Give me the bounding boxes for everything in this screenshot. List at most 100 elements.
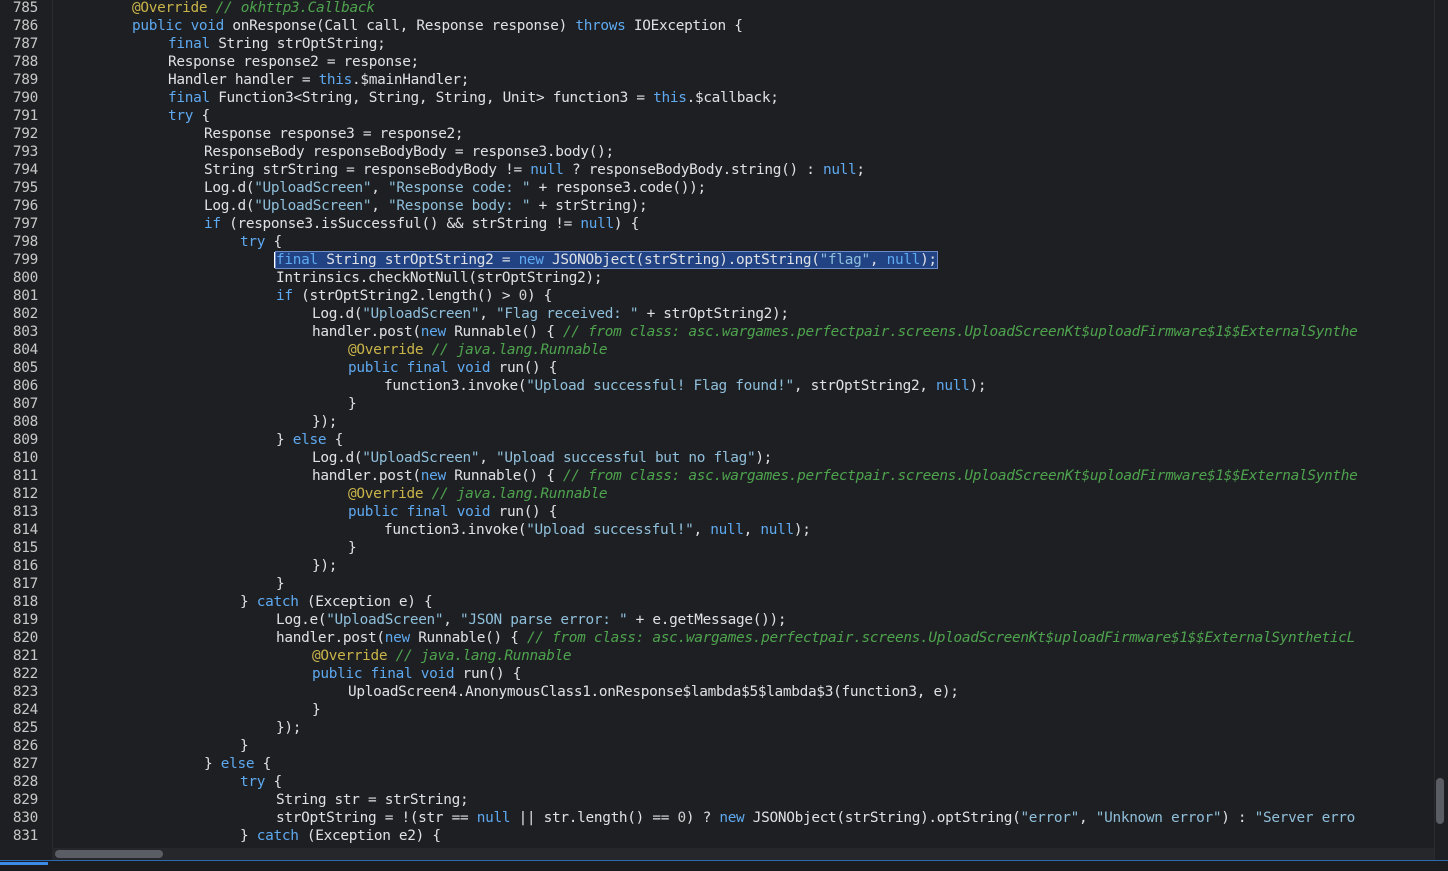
keyword: void	[420, 666, 455, 682]
code-text: .$callback;	[686, 90, 779, 106]
keyword: public	[348, 504, 399, 520]
code-line[interactable]: String str = strString;	[276, 791, 469, 809]
code-line[interactable]: strOptString = !(str == null || str.leng…	[276, 809, 1355, 827]
line-number: 822	[12, 666, 38, 682]
code-line[interactable]: handler.post(new Runnable() { // from cl…	[312, 323, 1358, 341]
code-line[interactable]: } else {	[204, 755, 271, 773]
string-literal: "UploadScreen"	[254, 198, 372, 214]
line-number: 791	[12, 108, 38, 124]
code-line[interactable]: } catch (Exception e) {	[240, 593, 433, 611]
keyword: public	[312, 666, 363, 682]
string-literal: "UploadScreen"	[326, 612, 444, 628]
code-line[interactable]: Log.d("UploadScreen", "Upload successful…	[312, 449, 772, 467]
code-line[interactable]: }	[348, 395, 357, 413]
code-line[interactable]: if (response3.isSuccessful() && strStrin…	[204, 215, 639, 233]
line-number: 815	[12, 540, 38, 556]
code-line[interactable]: if (strOptString2.length() > 0) {	[276, 287, 552, 305]
code-text: run() {	[490, 504, 558, 520]
code-line[interactable]: handler.post(new Runnable() { // from cl…	[276, 629, 1355, 647]
code-editor[interactable]: 785 786 787 788 789 790 791 792 793 794 795 796 797 7…	[0, 0, 1448, 848]
keyword: new	[384, 630, 410, 646]
line-number: 801	[12, 288, 38, 304]
code-line[interactable]: Log.e("UploadScreen", "JSON parse error:…	[276, 611, 787, 629]
code-line[interactable]: Log.d("UploadScreen", "Flag received: " …	[312, 305, 789, 323]
vertical-scrollbar-track[interactable]	[1434, 0, 1448, 860]
code-text: ResponseBody responseBodyBody = response…	[204, 144, 614, 160]
line-number: 805	[12, 360, 38, 376]
code-line[interactable]: String strString = responseBodyBody != n…	[204, 161, 865, 179]
code-line-selected[interactable]: final String strOptString2 = new JSONObj…	[274, 251, 938, 269]
horizontal-scrollbar-track[interactable]	[52, 848, 1434, 860]
code-line[interactable]: try {	[240, 233, 282, 251]
code-line[interactable]: });	[312, 413, 337, 431]
code-line[interactable]: }	[240, 737, 249, 755]
horizontal-scrollbar-thumb[interactable]	[55, 850, 163, 858]
code-line[interactable]: Response response2 = response;	[168, 53, 419, 71]
string-literal: "UploadScreen"	[362, 450, 480, 466]
code-line[interactable]: public final void run() {	[348, 359, 557, 377]
code-line[interactable]: });	[276, 719, 301, 737]
code-line[interactable]: Log.d("UploadScreen", "Response body: " …	[204, 197, 648, 215]
code-text: run() {	[490, 360, 558, 376]
code-line[interactable]: ResponseBody responseBodyBody = response…	[204, 143, 614, 161]
keyword: void	[190, 18, 225, 34]
keyword: try	[168, 108, 194, 124]
code-line[interactable]: Log.d("UploadScreen", "Response code: " …	[204, 179, 706, 197]
code-area[interactable]: @Override // okhttp3.Callback public void…	[60, 0, 1434, 848]
line-number: 792	[12, 126, 38, 142]
keyword: void	[456, 504, 491, 520]
code-line[interactable]: final Function3<String, String, String, …	[168, 89, 779, 107]
code-text: ) {	[526, 288, 553, 304]
code-text: JSONObject(strString).optString(	[543, 252, 820, 268]
code-line[interactable]: final String strOptString;	[168, 35, 386, 53]
keyword: new	[420, 324, 446, 340]
code-line[interactable]: }	[276, 575, 285, 593]
code-line[interactable]: Intrinsics.checkNotNull(strOptString2);	[276, 269, 603, 287]
code-text: handler.post(	[276, 630, 385, 646]
keyword: catch	[256, 594, 299, 610]
annotation: @Override	[132, 0, 208, 16]
code-line[interactable]: function3.invoke("Upload successful!", n…	[384, 521, 811, 539]
annotation: @Override	[348, 486, 424, 502]
string-literal: "JSON parse error: "	[460, 612, 628, 628]
line-number: 821	[12, 648, 38, 664]
code-line[interactable]: } else {	[276, 431, 343, 449]
line-number: 828	[12, 774, 38, 790]
keyword: new	[719, 810, 745, 826]
code-line[interactable]: }	[312, 701, 321, 719]
code-line[interactable]: UploadScreen4.AnonymousClass1.onResponse…	[348, 683, 959, 701]
line-number: 797	[12, 216, 38, 232]
keyword: new	[420, 468, 446, 484]
code-text: Log.d(	[312, 450, 363, 466]
code-line[interactable]: }	[348, 539, 357, 557]
code-line[interactable]: public final void run() {	[348, 503, 557, 521]
code-line[interactable]: public void onResponse(Call call, Respon…	[132, 17, 743, 35]
code-line[interactable]: });	[312, 557, 337, 575]
code-line[interactable]: public final void run() {	[312, 665, 521, 683]
code-text: ,	[371, 198, 389, 214]
selection-highlight: final String strOptString2 = new JSONObj…	[275, 251, 938, 269]
keyword: null	[936, 378, 970, 394]
line-number: 814	[12, 522, 38, 538]
code-text: Handler handler =	[168, 72, 319, 88]
code-text: }	[276, 576, 285, 592]
code-text: handler.post(	[312, 324, 421, 340]
code-line[interactable]: try {	[168, 107, 210, 125]
code-line[interactable]: @Override // okhttp3.Callback	[132, 0, 375, 17]
code-line[interactable]: @Override // java.lang.Runnable	[348, 341, 608, 359]
code-line[interactable]: @Override // java.lang.Runnable	[312, 647, 572, 665]
line-number: 804	[12, 342, 38, 358]
code-text: Log.d(	[204, 180, 255, 196]
code-line[interactable]: Handler handler = this.$mainHandler;	[168, 71, 469, 89]
code-line[interactable]: handler.post(new Runnable() { // from cl…	[312, 467, 1358, 485]
code-line[interactable]: @Override // java.lang.Runnable	[348, 485, 608, 503]
code-line[interactable]: function3.invoke("Upload successful! Fla…	[384, 377, 987, 395]
code-line[interactable]: try {	[240, 773, 282, 791]
code-text: }	[240, 738, 249, 754]
code-line[interactable]: Response response3 = response2;	[204, 125, 464, 143]
code-line[interactable]: } catch (Exception e2) {	[240, 827, 441, 845]
line-number: 830	[12, 810, 38, 826]
vertical-scrollbar-thumb[interactable]	[1436, 778, 1444, 824]
